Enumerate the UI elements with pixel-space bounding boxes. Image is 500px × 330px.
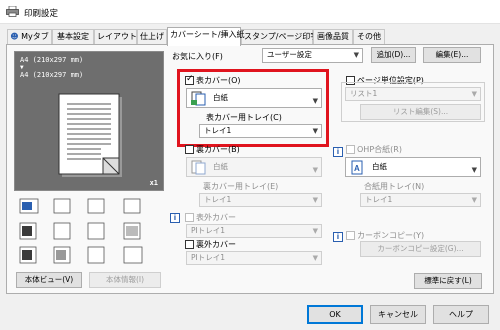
back-outer-cover-label: 裏外カバー <box>196 240 236 249</box>
info-icon[interactable]: i <box>333 147 343 157</box>
preview-arrow: ▼ <box>20 64 24 71</box>
svg-text:A: A <box>354 164 360 173</box>
carbon-copy-checkbox[interactable] <box>346 231 355 240</box>
ohp-tray-value: トレイ1 <box>365 195 393 204</box>
chevron-down-icon: ▼ <box>312 166 318 174</box>
chevron-down-icon: ▼ <box>471 166 477 174</box>
chevron-down-icon: ▼ <box>312 196 318 204</box>
tab-label: Myタブ <box>21 32 49 41</box>
back-cover-paper-value: 白紙 <box>213 162 228 171</box>
favorites-label: お気に入り(F) <box>172 52 223 61</box>
back-cover-paper-select[interactable]: 白紙 ▼ <box>186 157 322 177</box>
back-cover-tray-select[interactable]: トレイ1 ▼ <box>199 193 322 207</box>
back-cover-tray-label: 裏カバー用トレイ(E) <box>203 182 279 191</box>
front-cover-paper-value: 白紙 <box>213 93 228 102</box>
add-favorite-button[interactable]: 追加(D)... <box>371 47 416 63</box>
user-icon: ☻ <box>10 32 19 41</box>
chevron-down-icon: ▼ <box>312 127 318 135</box>
back-outer-cover-checkbox[interactable] <box>185 240 194 249</box>
tab-cover-sheet[interactable]: カバーシート/挿入紙 <box>167 27 245 46</box>
front-outer-cover-checkbox[interactable] <box>185 213 194 222</box>
front-cover-checkbox[interactable] <box>185 74 194 85</box>
printer-options-grid <box>16 197 162 267</box>
favorites-value: ユーザー設定 <box>267 50 312 59</box>
front-cover-tray-select[interactable]: トレイ1 ▼ <box>199 124 322 138</box>
tab-image-quality[interactable]: 画像品質 <box>313 29 353 45</box>
chevron-down-icon: ▼ <box>312 97 318 105</box>
ohp-tray-label: 合紙用トレイ(N) <box>364 182 425 191</box>
reset-defaults-button[interactable]: 標準に戻す(L) <box>414 273 482 289</box>
back-outer-cover-tray-value: PIトレイ1 <box>191 253 226 262</box>
ok-button[interactable]: OK <box>307 305 363 324</box>
back-cover-checkbox[interactable] <box>185 145 194 154</box>
printer-view-button[interactable]: 本体ビュー(V) <box>16 272 82 288</box>
edit-favorite-button[interactable]: 編集(E)... <box>423 47 481 63</box>
preview-paper-size: A4 (210x297 mm) <box>20 71 84 79</box>
preview-copies: x1 <box>149 179 158 187</box>
ohp-tray-select[interactable]: トレイ1 ▼ <box>360 193 481 207</box>
per-page-list-select[interactable]: リスト1 ▼ <box>345 87 481 101</box>
ohp-paper-select[interactable]: A 白紙 ▼ <box>345 157 481 177</box>
tab-my-tab[interactable]: ☻ Myタブ <box>7 29 52 45</box>
back-cover-tray-value: トレイ1 <box>204 195 232 204</box>
info-icon[interactable]: i <box>170 213 180 223</box>
tab-finishing[interactable]: 仕上げ <box>137 29 167 45</box>
front-outer-cover-tray-value: PIトレイ1 <box>191 226 226 235</box>
ohp-paper-value: 白紙 <box>372 162 387 171</box>
carbon-copy-settings-button[interactable]: カーボンコピー設定(G)... <box>360 241 481 257</box>
front-cover-tray-label: 表カバー用トレイ(C) <box>206 113 282 122</box>
carbon-copy-label: カーボンコピー(Y) <box>357 231 425 240</box>
front-outer-cover-label: 表外カバー <box>196 213 236 222</box>
title-bar: 印刷設定 <box>0 0 500 24</box>
paper-icon <box>191 91 207 113</box>
ohp-checkbox[interactable] <box>346 145 355 154</box>
cancel-button[interactable]: キャンセル <box>370 305 426 324</box>
chevron-down-icon: ▼ <box>312 254 318 262</box>
chevron-down-icon: ▼ <box>471 90 477 98</box>
chevron-down-icon: ▼ <box>471 196 477 204</box>
tab-stamp[interactable]: スタンプ/ページ印字 <box>241 29 318 45</box>
printer-icon <box>6 6 19 17</box>
ohp-label: OHP合紙(R) <box>357 145 402 154</box>
page-preview-icon <box>58 93 122 177</box>
per-page-list-value: リスト1 <box>350 89 378 98</box>
preview-pane: A4 (210x297 mm) ▼ A4 (210x297 mm) x1 <box>14 51 164 191</box>
tab-layout[interactable]: レイアウト <box>94 29 137 45</box>
chevron-down-icon: ▼ <box>312 227 318 235</box>
front-cover-label: 表カバー(O) <box>196 76 241 85</box>
back-outer-cover-tray-select[interactable]: PIトレイ1 ▼ <box>186 251 322 265</box>
front-outer-cover-tray-select[interactable]: PIトレイ1 ▼ <box>186 224 322 238</box>
list-edit-button[interactable]: リスト編集(S)... <box>360 104 481 120</box>
help-button[interactable]: ヘルプ <box>433 305 489 324</box>
tab-basic[interactable]: 基本設定 <box>52 29 94 45</box>
preview-output-size: A4 (210x297 mm) <box>20 56 84 64</box>
back-cover-label: 裏カバー(B) <box>196 145 240 154</box>
printer-info-button[interactable]: 本体情報(I) <box>89 272 161 288</box>
chevron-down-icon: ▼ <box>353 51 359 59</box>
favorites-select[interactable]: ユーザー設定 ▼ <box>262 48 363 63</box>
paper-icon: A <box>350 160 366 182</box>
window-title: 印刷設定 <box>24 9 59 19</box>
front-cover-tray-value: トレイ1 <box>204 126 232 135</box>
paper-icon <box>191 160 207 182</box>
info-icon[interactable]: i <box>333 232 343 242</box>
tab-other[interactable]: その他 <box>353 29 385 45</box>
front-cover-paper-select[interactable]: 白紙 ▼ <box>186 88 322 108</box>
